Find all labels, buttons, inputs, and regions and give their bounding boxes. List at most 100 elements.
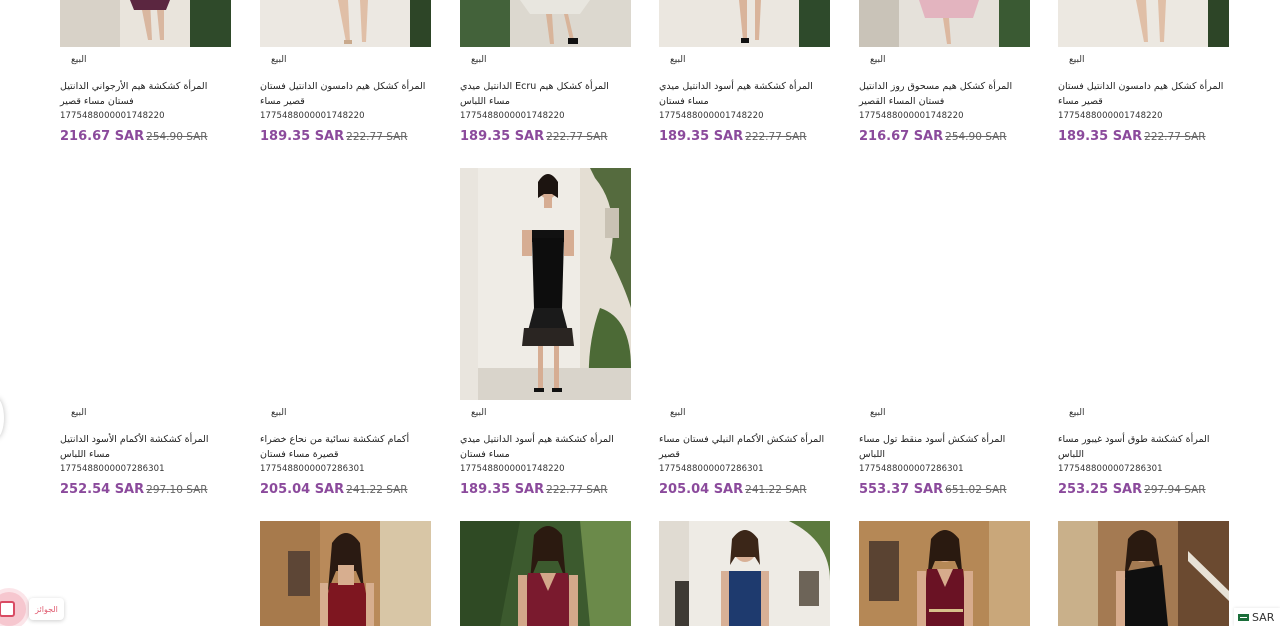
original-price: 254.90 SAR bbox=[146, 131, 208, 143]
sale-price: 189.35 SAR bbox=[460, 482, 545, 497]
sale-badge: البيع bbox=[1069, 55, 1085, 65]
sale-badge: البيع bbox=[471, 408, 487, 418]
original-price: 651.02 SAR bbox=[945, 484, 1007, 496]
product-card[interactable]: البيع المرأة كشكش الأكمام النيلي فستان م… bbox=[659, 168, 830, 497]
original-price: 297.94 SAR bbox=[1144, 484, 1206, 496]
product-image[interactable] bbox=[1058, 521, 1229, 626]
product-sku: 1775488000007286301 bbox=[260, 464, 365, 474]
sale-badge: البيع bbox=[670, 408, 686, 418]
product-title[interactable]: المرأة كشكل هيم Ecru الدانتيل ميدي مساء … bbox=[460, 79, 631, 109]
original-price: 222.77 SAR bbox=[546, 484, 608, 496]
product-card[interactable]: البيع المرأة كشكش أسود منقط تول مساء الل… bbox=[859, 168, 1030, 497]
product-sku: 1775488000001748220 bbox=[460, 111, 565, 121]
sale-price: 189.35 SAR bbox=[460, 129, 545, 144]
product-title[interactable]: المرأة كشكشة هيم أسود الدانتيل ميدي مساء… bbox=[460, 432, 631, 462]
sale-badge: البيع bbox=[471, 55, 487, 65]
side-tab[interactable] bbox=[0, 398, 4, 438]
product-image[interactable] bbox=[460, 168, 631, 400]
product-title[interactable]: المرأة كشكل هيم مسحوق روز الدانتيل فستان… bbox=[859, 79, 1030, 109]
original-price: 222.77 SAR bbox=[346, 131, 408, 143]
currency-code: SAR bbox=[1252, 610, 1275, 624]
sale-price: 252.54 SAR bbox=[60, 482, 145, 497]
saudi-flag-icon bbox=[1238, 613, 1249, 621]
original-price: 222.77 SAR bbox=[745, 131, 807, 143]
product-title[interactable]: المرأة كشكشة هيم الأرجواني الدانتيل فستا… bbox=[60, 79, 231, 109]
sale-price: 189.35 SAR bbox=[1058, 129, 1143, 144]
product-sku: 1775488000007286301 bbox=[859, 464, 964, 474]
product-sku: 1775488000007286301 bbox=[659, 464, 764, 474]
sale-badge: البيع bbox=[670, 55, 686, 65]
original-price: 297.10 SAR bbox=[146, 484, 208, 496]
sale-badge: البيع bbox=[71, 408, 87, 418]
currency-selector[interactable]: SAR bbox=[1234, 608, 1280, 626]
original-price: 222.77 SAR bbox=[1144, 131, 1206, 143]
product-title[interactable]: المرأة كشكش أسود منقط تول مساء اللباس bbox=[859, 432, 1030, 462]
rewards-widget-button[interactable] bbox=[0, 592, 26, 626]
sale-price: 189.35 SAR bbox=[260, 129, 345, 144]
product-card[interactable] bbox=[659, 521, 830, 626]
product-card[interactable]: البيع المرأة كشكشة الأكمام الأسود الدانت… bbox=[60, 168, 231, 497]
product-sku: 1775488000001748220 bbox=[260, 111, 365, 121]
product-title[interactable]: المرأة كشكل هيم دامسون الدانتيل فستان قص… bbox=[260, 79, 431, 109]
product-card[interactable]: البيع أكمام كشكشة نسائية من نحاع خضراء ق… bbox=[260, 168, 431, 497]
product-image[interactable] bbox=[260, 521, 431, 626]
sale-badge: البيع bbox=[1069, 408, 1085, 418]
product-card[interactable] bbox=[260, 521, 431, 626]
product-card[interactable] bbox=[460, 521, 631, 626]
product-image[interactable] bbox=[659, 168, 830, 400]
sale-price: 553.37 SAR bbox=[859, 482, 944, 497]
product-image[interactable] bbox=[859, 521, 1030, 626]
sale-price: 253.25 SAR bbox=[1058, 482, 1143, 497]
product-image[interactable] bbox=[1058, 168, 1229, 400]
sale-price: 189.35 SAR bbox=[659, 129, 744, 144]
product-card[interactable]: البيع المرأة كشكشة هيم أسود الدانتيل ميد… bbox=[460, 168, 631, 497]
product-card[interactable]: البيع المرأة كشكل هيم دامسون الدانتيل فس… bbox=[260, 0, 431, 144]
product-image[interactable] bbox=[460, 521, 631, 626]
product-image[interactable] bbox=[260, 0, 431, 47]
sale-badge: البيع bbox=[870, 55, 886, 65]
product-image[interactable] bbox=[859, 168, 1030, 400]
product-title[interactable]: المرأة كشكشة الأكمام الأسود الدانتيل مسا… bbox=[60, 432, 231, 462]
product-sku: 1775488000001748220 bbox=[460, 464, 565, 474]
product-image[interactable] bbox=[1058, 0, 1229, 47]
product-title[interactable]: المرأة كشكل هيم دامسون الدانتيل فستان قص… bbox=[1058, 79, 1229, 109]
sale-price: 205.04 SAR bbox=[659, 482, 744, 497]
original-price: 222.77 SAR bbox=[546, 131, 608, 143]
product-image[interactable] bbox=[659, 0, 830, 47]
product-image[interactable] bbox=[60, 0, 231, 47]
product-card[interactable]: البيع المرأة كشكل هيم دامسون الدانتيل فس… bbox=[1058, 0, 1229, 144]
product-card[interactable] bbox=[1058, 521, 1229, 626]
sale-price: 216.67 SAR bbox=[859, 129, 944, 144]
sale-badge: البيع bbox=[870, 408, 886, 418]
product-image[interactable] bbox=[60, 168, 231, 400]
original-price: 241.22 SAR bbox=[346, 484, 408, 496]
product-title[interactable]: المرأة كشكشة هيم أسود الدانتيل ميدي مساء… bbox=[659, 79, 830, 109]
product-title[interactable]: المرأة كشكشة طوق أسود غيبور مساء اللباس bbox=[1058, 432, 1229, 462]
product-image[interactable] bbox=[859, 0, 1030, 47]
sale-badge: البيع bbox=[271, 408, 287, 418]
sale-badge: البيع bbox=[271, 55, 287, 65]
product-image[interactable] bbox=[460, 0, 631, 47]
product-card[interactable] bbox=[859, 521, 1030, 626]
product-card[interactable]: البيع المرأة كشكشة هيم الأرجواني الدانتي… bbox=[60, 0, 231, 144]
product-sku: 1775488000007286301 bbox=[1058, 464, 1163, 474]
product-card[interactable]: البيع المرأة كشكل هيم مسحوق روز الدانتيل… bbox=[859, 0, 1030, 144]
gift-icon bbox=[0, 601, 15, 617]
product-card[interactable]: البيع المرأة كشكل هيم Ecru الدانتيل ميدي… bbox=[460, 0, 631, 144]
product-image[interactable] bbox=[260, 168, 431, 400]
product-card[interactable]: البيع المرأة كشكشة طوق أسود غيبور مساء ا… bbox=[1058, 168, 1229, 497]
rewards-label[interactable]: الجوائز bbox=[29, 598, 64, 620]
original-price: 254.90 SAR bbox=[945, 131, 1007, 143]
sale-badge: البيع bbox=[71, 55, 87, 65]
product-title[interactable]: المرأة كشكش الأكمام النيلي فستان مساء قص… bbox=[659, 432, 830, 462]
product-sku: 1775488000007286301 bbox=[60, 464, 165, 474]
product-image[interactable] bbox=[659, 521, 830, 626]
product-sku: 1775488000001748220 bbox=[859, 111, 964, 121]
sale-price: 216.67 SAR bbox=[60, 129, 145, 144]
product-sku: 1775488000001748220 bbox=[60, 111, 165, 121]
product-sku: 1775488000001748220 bbox=[1058, 111, 1163, 121]
product-sku: 1775488000001748220 bbox=[659, 111, 764, 121]
product-card[interactable]: البيع المرأة كشكشة هيم أسود الدانتيل ميد… bbox=[659, 0, 830, 144]
product-title[interactable]: أكمام كشكشة نسائية من نحاع خضراء قصيرة م… bbox=[260, 432, 431, 462]
sale-price: 205.04 SAR bbox=[260, 482, 345, 497]
